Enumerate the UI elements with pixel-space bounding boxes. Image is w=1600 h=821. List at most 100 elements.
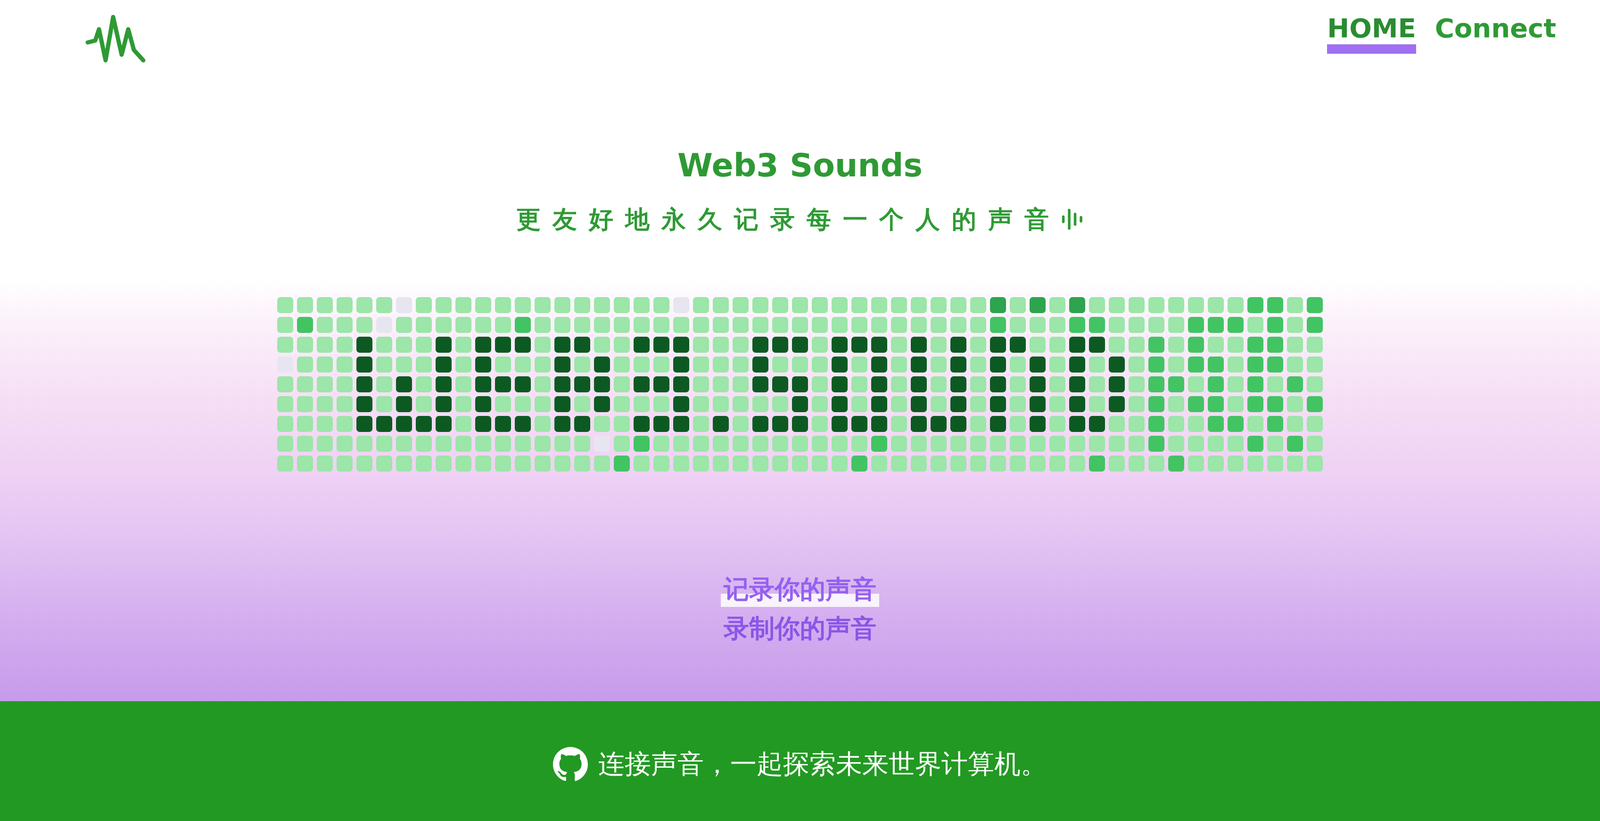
logo-wave-icon[interactable] (84, 13, 147, 66)
grid-cell (1049, 336, 1066, 353)
grid-cell (851, 316, 868, 333)
grid-cell (692, 435, 710, 452)
grid-cell (989, 376, 1007, 393)
grid-cell (593, 415, 611, 432)
header: HOME Connect (0, 0, 1600, 71)
grid-cell (336, 376, 353, 393)
grid-cell (296, 435, 314, 452)
grid-cell (494, 415, 512, 432)
grid-cell (653, 316, 670, 333)
grid-cell (732, 336, 749, 353)
grid-cell (752, 395, 769, 413)
grid-cell (930, 316, 947, 333)
grid-cell (732, 316, 749, 333)
grid-cell (1168, 336, 1185, 353)
grid-cell (455, 296, 472, 314)
grid-cell (1187, 356, 1205, 373)
grid-cell (653, 336, 670, 353)
grid-cell (633, 376, 650, 393)
grid-cell (1247, 296, 1264, 314)
grid-cell (989, 455, 1007, 472)
grid-cell (910, 435, 927, 452)
grid-cell (1069, 435, 1086, 452)
grid-cell (1187, 455, 1205, 472)
grid-cell (376, 395, 393, 413)
footer: 连接声音，一起探索未来世界计算机。 (0, 701, 1600, 821)
grid-cell (1148, 316, 1165, 333)
grid-cell (1029, 376, 1046, 393)
grid-cell (1267, 316, 1284, 333)
grid-cell (1088, 415, 1106, 432)
grid-cell (1049, 356, 1066, 373)
grid-cell (514, 435, 531, 452)
grid-cell (1306, 395, 1323, 413)
grid-cell (633, 435, 650, 452)
grid-cell (1128, 336, 1145, 353)
grid-cell (1128, 376, 1145, 393)
nav-underline (1327, 44, 1416, 54)
grid-cell (1306, 336, 1323, 353)
grid-cell (831, 455, 848, 472)
grid-cell (692, 395, 710, 413)
grid-cell (455, 336, 472, 353)
grid-cell (1306, 455, 1323, 472)
grid-cell (435, 435, 452, 452)
grid-cell (1108, 435, 1125, 452)
grid-cell (752, 336, 769, 353)
grid-cell (296, 455, 314, 472)
grid-cell (1128, 316, 1145, 333)
grid-cell (930, 435, 947, 452)
grid-cell (732, 296, 749, 314)
grid-cell (851, 376, 868, 393)
grid-cell (1029, 395, 1046, 413)
grid-cell (1168, 435, 1185, 452)
grid-cell (1267, 435, 1284, 452)
grid-cell (1128, 356, 1145, 373)
grid-cell (653, 296, 670, 314)
nav-item[interactable]: HOME (1327, 13, 1416, 54)
grid-cell (653, 376, 670, 393)
grid-cell (494, 376, 512, 393)
grid-cell (1088, 376, 1106, 393)
grid-cell (910, 336, 927, 353)
grid-cell (514, 395, 531, 413)
grid-cell (494, 316, 512, 333)
grid-cell (851, 356, 868, 373)
grid-cell (277, 356, 294, 373)
grid-cell (277, 455, 294, 472)
grid-cell (415, 435, 432, 452)
github-icon[interactable] (552, 746, 588, 782)
action-button[interactable]: 记录你的声音 (720, 572, 880, 607)
action-button[interactable]: 录制你的声音 (720, 611, 880, 646)
grid-cell (851, 455, 868, 472)
grid-cell (851, 395, 868, 413)
grid-cell (692, 296, 710, 314)
grid-cell (811, 455, 828, 472)
grid-cell (415, 376, 432, 393)
grid-cell (395, 356, 413, 373)
grid-cell (1108, 395, 1125, 413)
grid-cell (871, 296, 888, 314)
grid-cell (910, 316, 927, 333)
grid-cell (593, 316, 611, 333)
grid-cell (653, 455, 670, 472)
grid-cell (554, 415, 571, 432)
grid-cell (455, 435, 472, 452)
subtitle: 更友好地永久记录每一个人的声音 (516, 203, 1061, 236)
grid-cell (851, 415, 868, 432)
grid-cell (1227, 356, 1244, 373)
grid-cell (613, 455, 630, 472)
grid-cell (1306, 296, 1323, 314)
grid-cell (1009, 316, 1026, 333)
grid-cell (752, 316, 769, 333)
grid-cell (514, 356, 531, 373)
grid-cell (1128, 435, 1145, 452)
grid-cell (989, 395, 1007, 413)
grid-cell (772, 455, 789, 472)
grid-cell (712, 296, 729, 314)
grid-cell (1148, 376, 1165, 393)
grid-cell (633, 316, 650, 333)
grid-cell (950, 336, 967, 353)
nav-item[interactable]: Connect (1435, 13, 1557, 54)
grid-cell (1227, 316, 1244, 333)
